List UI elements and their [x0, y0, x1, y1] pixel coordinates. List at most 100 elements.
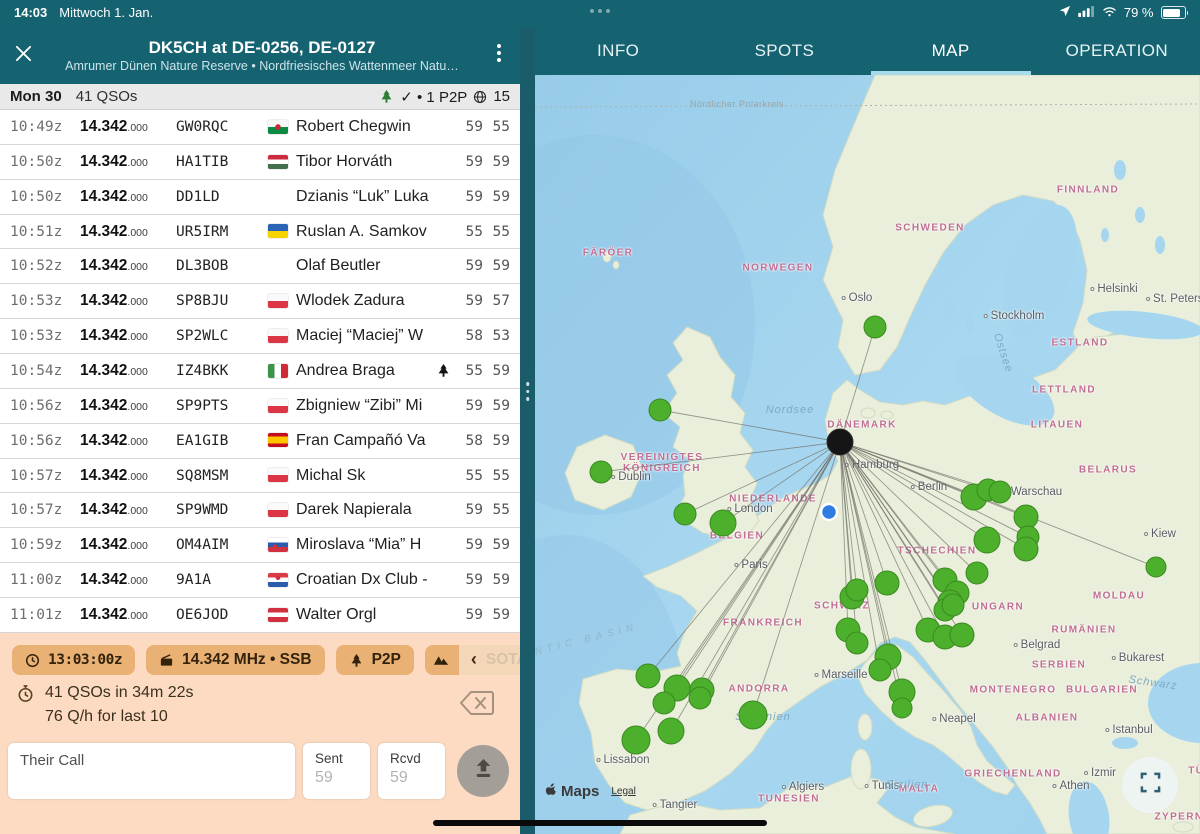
- qso-location-marker[interactable]: [974, 527, 1000, 553]
- qso-operator-name: Wlodek Zadura: [296, 292, 436, 310]
- qso-time: 10:51z: [10, 224, 80, 240]
- qso-frequency: 14.342.000: [80, 362, 176, 380]
- qso-callsign: HA1TIB: [176, 154, 268, 170]
- qso-row[interactable]: 10:49z14.342.000GW0RQCRobert Chegwin5955: [0, 110, 520, 145]
- qso-location-marker[interactable]: [846, 632, 868, 654]
- qso-row[interactable]: 10:57z14.342.000SP9WMDDarek Napierala595…: [0, 493, 520, 528]
- p2p-tree-icon: [436, 363, 456, 378]
- sent-value: 59: [303, 766, 370, 787]
- qso-time: 10:57z: [10, 468, 80, 484]
- qso-location-marker[interactable]: [689, 687, 711, 709]
- home-indicator[interactable]: [433, 820, 767, 826]
- close-button[interactable]: [0, 45, 46, 67]
- country-flag-icon: [268, 118, 296, 136]
- entry-chip-sota[interactable]: ‹SOTA: [425, 645, 520, 675]
- qso-callsign: OE6JOD: [176, 607, 268, 623]
- qso-frequency: 14.342.000: [80, 118, 176, 136]
- qso-location-marker[interactable]: [846, 579, 868, 601]
- country-flag-icon: [268, 153, 296, 171]
- log-day-header[interactable]: Mon 30 41 QSOs ✓ • 1 P2P 15: [0, 84, 520, 110]
- qso-location-marker[interactable]: [739, 701, 767, 729]
- qso-callsign: SP9WMD: [176, 502, 268, 518]
- qso-row[interactable]: 10:56z14.342.000SP9PTSZbigniew “Zibi” Mi…: [0, 389, 520, 424]
- qso-row[interactable]: 11:01z14.342.000OE6JODWalter Orgl5959: [0, 598, 520, 633]
- stopwatch-icon: [16, 684, 35, 703]
- qso-callsign: SQ8MSM: [176, 468, 268, 484]
- qso-location-marker[interactable]: [875, 571, 899, 595]
- country-flag-icon: [268, 467, 296, 485]
- menu-button[interactable]: [478, 43, 520, 68]
- rate-stats-line2: 76 Q/h for last 10: [45, 705, 194, 729]
- qso-location-marker[interactable]: [1146, 557, 1166, 577]
- qso-callsign: SP8BJU: [176, 293, 268, 309]
- qso-row[interactable]: 10:59z14.342.000OM4AIMMiroslava “Mia” H5…: [0, 528, 520, 563]
- qso-location-marker[interactable]: [864, 316, 886, 338]
- qso-time: 10:49z: [10, 119, 80, 135]
- pine-tree-icon: [379, 89, 394, 104]
- country-flag-icon: [268, 432, 296, 450]
- rcvd-field[interactable]: Rcvd 59: [378, 743, 445, 799]
- panel-resize-handle[interactable]: [520, 27, 535, 834]
- activator-location-marker[interactable]: [827, 429, 853, 455]
- entry-chip-13-03-00z[interactable]: 13:03:00z: [12, 645, 135, 675]
- qso-location-marker[interactable]: [892, 698, 912, 718]
- backspace-button[interactable]: [458, 689, 496, 722]
- qso-location-marker[interactable]: [658, 718, 684, 744]
- qso-location-marker[interactable]: [869, 659, 891, 681]
- qso-location-marker[interactable]: [1014, 537, 1038, 561]
- qso-row[interactable]: 10:53z14.342.000SP2WLCMaciej “Maciej” W5…: [0, 319, 520, 354]
- qso-location-marker[interactable]: [636, 664, 660, 688]
- rst-sent: 59: [456, 572, 483, 588]
- rst-rcvd: 59: [483, 363, 510, 379]
- mountain-icon: [425, 645, 459, 675]
- qso-row[interactable]: 10:54z14.342.000IZ4BKKAndrea Braga5559: [0, 354, 520, 389]
- country-flag-icon: [268, 292, 296, 310]
- qso-row[interactable]: 10:53z14.342.000SP8BJUWlodek Zadura5957: [0, 284, 520, 319]
- entry-chip-p2p[interactable]: P2P: [336, 645, 414, 675]
- qso-row[interactable]: 10:50z14.342.000DD1LDDzianis “Luk” Luka5…: [0, 180, 520, 215]
- globe-icon: [473, 90, 487, 104]
- qso-location-marker[interactable]: [653, 692, 675, 714]
- log-qso-button[interactable]: [457, 745, 509, 797]
- map-canvas[interactable]: Nördlicher Polarkreis FÄRÖERNORWEGENSCHW…: [535, 75, 1200, 834]
- qso-row[interactable]: 10:51z14.342.000UR5IRMRuslan A. Samkov55…: [0, 215, 520, 250]
- rst-sent: 55: [456, 468, 483, 484]
- battery-icon: [1161, 6, 1186, 19]
- tab-operation[interactable]: OPERATION: [1034, 27, 1200, 75]
- legal-link[interactable]: Legal: [611, 786, 635, 797]
- qso-callsign: SP9PTS: [176, 398, 268, 414]
- qso-location-marker[interactable]: [590, 461, 612, 483]
- fullscreen-icon: [1140, 772, 1161, 798]
- multitask-dots-icon[interactable]: [590, 9, 610, 13]
- fullscreen-button[interactable]: [1122, 757, 1178, 813]
- qso-row[interactable]: 10:56z14.342.000EA1GIBFran Campañó Va585…: [0, 424, 520, 459]
- tab-spots[interactable]: SPOTS: [701, 27, 867, 75]
- qso-location-marker[interactable]: [710, 510, 736, 536]
- tab-info[interactable]: INFO: [535, 27, 701, 75]
- their-call-input[interactable]: [8, 743, 295, 799]
- qso-location-marker[interactable]: [950, 623, 974, 647]
- qso-row[interactable]: 10:50z14.342.000HA1TIBTibor Horváth5959: [0, 145, 520, 180]
- entry-chip-14-342-mhz-ssb[interactable]: 14.342 MHz • SSB: [146, 645, 324, 675]
- qso-location-marker[interactable]: [966, 562, 988, 584]
- qso-operator-name: Dzianis “Luk” Luka: [296, 188, 436, 206]
- qso-location-marker[interactable]: [1014, 505, 1038, 529]
- qso-row[interactable]: 10:52z14.342.000DL3BOBOlaf Beutler5959: [0, 249, 520, 284]
- location-services-icon: [1059, 5, 1071, 20]
- tab-map[interactable]: MAP: [868, 27, 1034, 75]
- qso-location-marker[interactable]: [674, 503, 696, 525]
- qso-location-marker[interactable]: [622, 726, 650, 754]
- sent-field[interactable]: Sent 59: [303, 743, 370, 799]
- qso-row[interactable]: 10:57z14.342.000SQ8MSMMichal Sk5555: [0, 459, 520, 494]
- rst-sent: 59: [456, 502, 483, 518]
- country-flag-icon: [268, 362, 296, 380]
- qso-location-marker[interactable]: [649, 399, 671, 421]
- country-flag-icon: [268, 501, 296, 519]
- qso-frequency: 14.342.000: [80, 223, 176, 241]
- qso-operator-name: Darek Napierala: [296, 501, 436, 519]
- log-date: Mon 30: [10, 88, 62, 105]
- qso-time: 10:57z: [10, 502, 80, 518]
- qso-row[interactable]: 11:00z14.342.0009A1ACroatian Dx Club -59…: [0, 563, 520, 598]
- qso-location-marker[interactable]: [942, 594, 964, 616]
- qso-location-marker[interactable]: [989, 481, 1011, 503]
